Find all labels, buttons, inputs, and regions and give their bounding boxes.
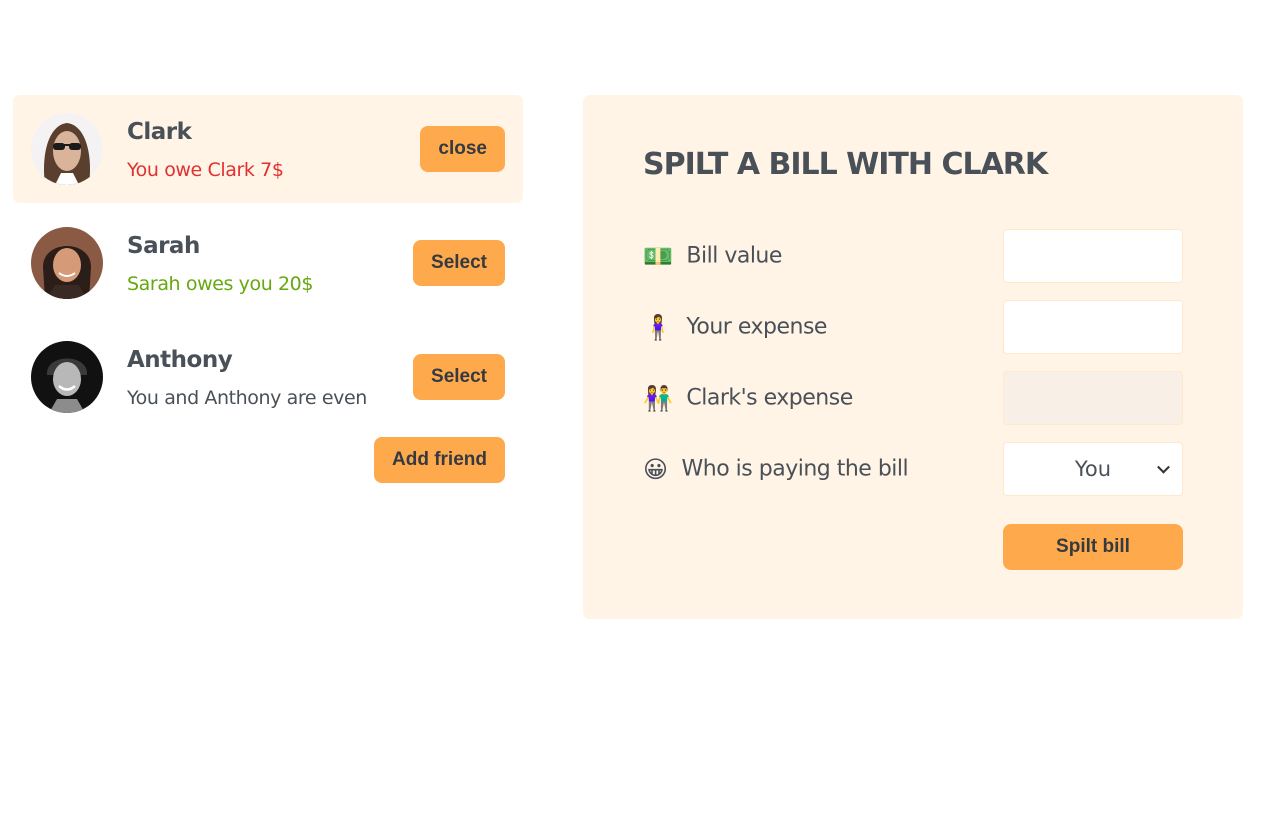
grinning-face-icon: 😀 <box>643 455 668 483</box>
friend-balance: You owe Clark 7$ <box>127 159 284 181</box>
avatar-sarah <box>31 227 103 299</box>
avatar-clark <box>31 113 103 185</box>
friend-name: Anthony <box>127 347 233 373</box>
avatar-anthony <box>31 341 103 413</box>
friend-list: Clark You owe Clark 7$ close Sarah Sarah… <box>13 95 523 431</box>
friend-name: Sarah <box>127 233 200 259</box>
payer-label: 😀 Who is paying the bill <box>643 455 909 483</box>
bill-value-row: 💵 Bill value <box>643 229 1183 283</box>
friend-expense-label-text: Clark's expense <box>686 385 853 411</box>
split-bill-button[interactable]: Spilt bill <box>1003 524 1183 570</box>
payer-row: 😀 Who is paying the bill You <box>643 442 1183 496</box>
friend-item-clark: Clark You owe Clark 7$ close <box>13 95 523 203</box>
form-title: SPILT A BILL WITH CLARK <box>643 147 1048 182</box>
your-expense-label: 🧍‍♀️ Your expense <box>643 315 827 340</box>
friend-expense-input <box>1003 371 1183 425</box>
add-friend-row: Add friend <box>13 437 523 497</box>
payer-selected-value: You <box>1074 457 1112 481</box>
bill-value-label: 💵 Bill value <box>643 244 782 269</box>
chevron-down-icon <box>1157 460 1170 474</box>
friend-expense-row: 👫 Clark's expense <box>643 371 1183 425</box>
friend-item-sarah: Sarah Sarah owes you 20$ Select <box>13 209 523 317</box>
add-friend-button[interactable]: Add friend <box>374 437 505 483</box>
payer-select[interactable]: You <box>1003 442 1183 496</box>
your-expense-label-text: Your expense <box>686 314 827 340</box>
split-bill-form: SPILT A BILL WITH CLARK 💵 Bill value 🧍‍♀… <box>583 95 1243 619</box>
bill-value-input[interactable] <box>1003 229 1183 283</box>
select-button[interactable]: Select <box>413 240 505 286</box>
select-button[interactable]: Select <box>413 354 505 400</box>
friend-balance: Sarah owes you 20$ <box>127 273 314 295</box>
payer-label-text: Who is paying the bill <box>681 456 909 482</box>
close-button[interactable]: close <box>420 126 505 172</box>
your-expense-row: 🧍‍♀️ Your expense <box>643 300 1183 354</box>
woman-standing-icon: 🧍‍♀️ <box>643 313 673 341</box>
couple-holding-hands-icon: 👫 <box>643 384 673 412</box>
friend-expense-label: 👫 Clark's expense <box>643 386 853 411</box>
friend-item-anthony: Anthony You and Anthony are even Select <box>13 323 523 431</box>
sidebar: Clark You owe Clark 7$ close Sarah Sarah… <box>13 95 523 497</box>
payer-select-box[interactable]: You <box>1003 442 1183 496</box>
your-expense-input[interactable] <box>1003 300 1183 354</box>
friend-name: Clark <box>127 119 192 145</box>
dollar-banknote-icon: 💵 <box>643 242 673 270</box>
friend-balance: You and Anthony are even <box>127 387 367 409</box>
bill-value-label-text: Bill value <box>686 243 782 269</box>
